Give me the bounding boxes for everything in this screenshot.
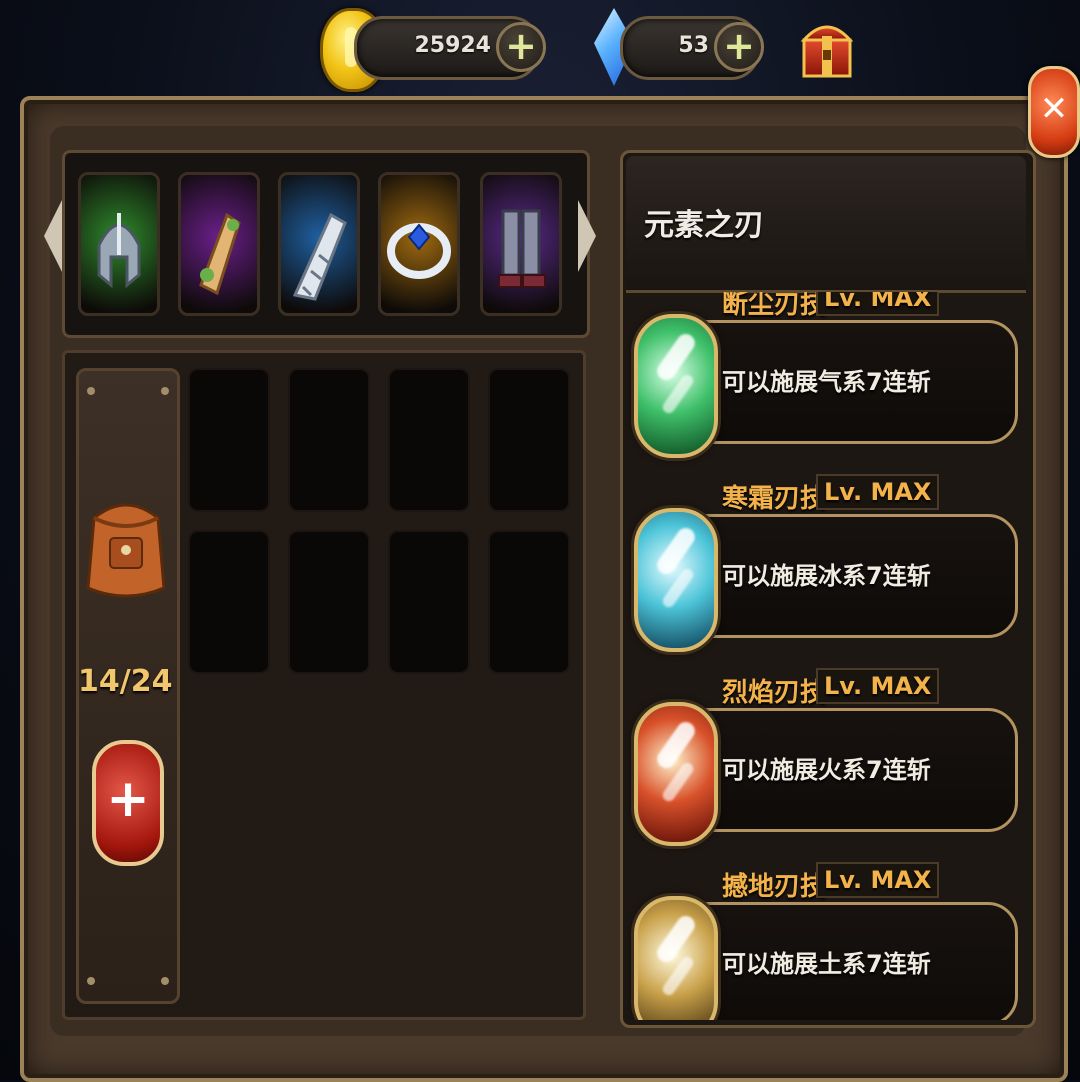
inventory-slot[interactable] (288, 530, 370, 674)
skill-name: 寒霜刃技 (722, 484, 827, 514)
boots-icon (498, 209, 546, 288)
helmet-icon (97, 213, 141, 289)
air-slash-skill-icon (634, 314, 718, 458)
rivet (87, 387, 95, 395)
equip-slot-pouch[interactable] (178, 172, 260, 316)
gem-amount: 53 (678, 33, 709, 58)
inventory-slot[interactable] (388, 368, 470, 512)
bag-capacity: 14/24 (78, 664, 173, 699)
equip-slot-boots[interactable] (480, 172, 562, 316)
scroll-right-arrow-icon[interactable] (578, 200, 596, 272)
skill-description: 可以施展土系7连斩 (722, 950, 931, 978)
fire-slash-skill-icon (634, 702, 718, 846)
gold-amount: 25924 (414, 33, 491, 58)
inventory-slot[interactable] (388, 530, 470, 674)
ice-slash-skill-icon (634, 508, 718, 652)
skill-level-badge: Lv. MAX (816, 862, 940, 898)
gauntlet-icon (292, 212, 347, 301)
skill-name: 断尘刃技 (722, 292, 827, 320)
top-resource-bar: 25924 + 53 + (0, 0, 1080, 95)
expand-bag-button[interactable]: + (92, 740, 164, 866)
close-x-icon[interactable]: ✕ (1028, 66, 1080, 158)
skill-level-badge: Lv. MAX (816, 292, 940, 316)
skill-row[interactable]: 烈焰刃技 Lv. MAX 可以施展火系7连斩 (626, 668, 1026, 848)
scroll-left-arrow-icon[interactable] (44, 200, 62, 272)
add-gems-button[interactable]: + (714, 22, 764, 72)
skill-level-badge: Lv. MAX (816, 474, 940, 510)
inventory-slot[interactable] (488, 368, 570, 512)
inventory-slot[interactable] (488, 530, 570, 674)
treasure-chest-icon[interactable] (800, 10, 854, 84)
skill-level-badge: Lv. MAX (816, 668, 940, 704)
rivet (161, 977, 169, 985)
equip-slot-helmet[interactable] (78, 172, 160, 316)
inventory-slot[interactable] (188, 368, 270, 512)
inventory-slot[interactable] (288, 368, 370, 512)
skill-row[interactable]: 断尘刃技 Lv. MAX 可以施展气系7连斩 (626, 292, 1026, 460)
equip-slot-gauntlet[interactable] (278, 172, 360, 316)
add-gold-button[interactable]: + (496, 22, 546, 72)
skill-row[interactable]: 寒霜刃技 Lv. MAX 可以施展冰系7连斩 (626, 474, 1026, 654)
scroll-pouch-icon (199, 212, 241, 296)
skill-row[interactable]: 撼地刃技 Lv. MAX 可以施展土系7连斩 (626, 862, 1026, 1020)
ring-icon (387, 223, 451, 279)
backpack-icon (86, 503, 166, 598)
equip-slot-ring[interactable] (378, 172, 460, 316)
skill-list[interactable]: 断尘刃技 Lv. MAX 可以施展气系7连斩 寒霜刃技 Lv. MAX 可以施展… (626, 292, 1026, 1020)
skill-description: 可以施展冰系7连斩 (722, 562, 931, 590)
earth-slash-skill-icon (634, 896, 718, 1020)
rivet (87, 977, 95, 985)
skill-name: 撼地刃技 (722, 872, 827, 902)
skill-set-title: 元素之刃 (644, 208, 764, 243)
inventory-slot[interactable] (188, 530, 270, 674)
skill-description: 可以施展火系7连斩 (722, 756, 931, 784)
rivet (161, 387, 169, 395)
skill-name: 烈焰刃技 (722, 678, 827, 708)
skill-description: 可以施展气系7连斩 (722, 368, 931, 396)
